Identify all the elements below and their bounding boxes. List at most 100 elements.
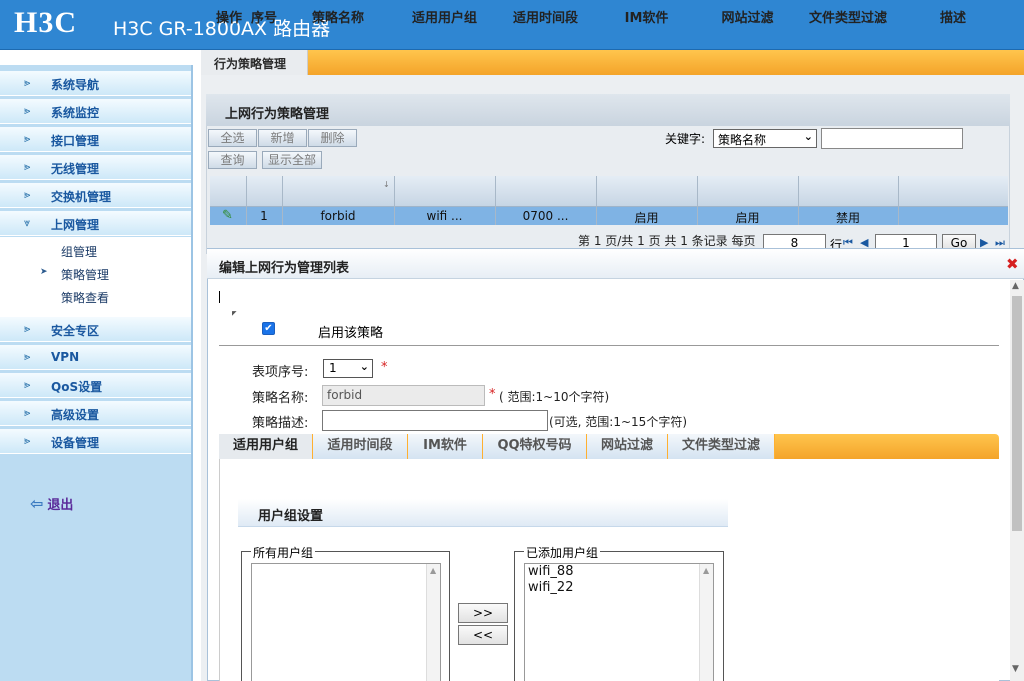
cell-seq: 1 [260, 209, 268, 223]
cell-time: 0700 ... [522, 209, 569, 223]
select-all-button[interactable]: 全选 [208, 129, 257, 147]
sidebar-item-qos[interactable]: ⪢ QoS设置 [0, 373, 191, 398]
sidebar-subitem-policy-view[interactable]: 策略查看 [0, 285, 191, 308]
delete-button[interactable]: 删除 [308, 129, 357, 147]
cell-web: 启用 [735, 211, 760, 225]
tab-im-software[interactable]: IM软件 [408, 434, 483, 459]
edit-pencil-icon[interactable]: ✎ [222, 208, 233, 223]
logout-label: 退出 [47, 498, 74, 513]
enable-policy-checkbox[interactable]: ✔ [262, 322, 275, 335]
column-header: 文件类型过滤 [808, 11, 887, 26]
sidebar-item-label: 交换机管理 [51, 190, 112, 204]
sidebar-subitem-policy[interactable]: ➤ 策略管理 [0, 262, 191, 285]
scroll-up-icon[interactable]: ▲ [430, 566, 436, 575]
required-mark: * [381, 360, 388, 375]
pager-text: 第 1 页/共 1 页 共 1 条记录 每页 [578, 234, 756, 248]
close-icon[interactable]: ✖ [1006, 255, 1019, 273]
policy-name-input[interactable]: forbid [322, 385, 485, 406]
index-label: 表项序号: [252, 365, 309, 380]
keyword-label: 关键字: [665, 132, 706, 146]
logout-icon: ⇦ [30, 494, 44, 513]
logout-link[interactable]: ⇦ 退出 [30, 494, 73, 513]
sidebar-item-label: QoS设置 [51, 380, 103, 394]
add-button[interactable]: 新增 [258, 129, 307, 147]
sidebar-item-wireless[interactable]: ⪢ 无线管理 [0, 155, 191, 180]
added-groups-legend: 已添加用户组 [524, 544, 601, 561]
column-divider [495, 176, 496, 225]
divider [219, 345, 999, 346]
sidebar-item-label: 系统监控 [51, 106, 100, 120]
policy-desc-input[interactable] [322, 410, 548, 431]
show-all-button[interactable]: 显示全部 [262, 151, 322, 169]
sidebar-item-switch[interactable]: ⪢ 交换机管理 [0, 183, 191, 208]
index-select-value: 1 [329, 361, 337, 375]
remove-group-button[interactable]: << [458, 625, 508, 645]
scroll-up-icon[interactable]: ▲ [1012, 281, 1019, 291]
desc-hint: (可选, 范围:1~15个字符) [549, 415, 687, 429]
add-group-button[interactable]: >> [458, 603, 508, 623]
tab-qq-privilege[interactable]: QQ特权号码 [483, 434, 587, 459]
tab-user-group[interactable]: 适用用户组 [219, 434, 313, 459]
all-groups-list[interactable]: ▲ [251, 563, 441, 681]
column-divider [898, 176, 899, 225]
column-header: 适用时间段 [512, 11, 578, 26]
index-select[interactable]: 1 ⌄ [323, 359, 373, 378]
name-label: 策略名称: [252, 391, 309, 406]
column-divider [798, 176, 799, 225]
column-divider [697, 176, 698, 225]
group-section-header: 用户组设置 [238, 499, 728, 527]
column-divider [394, 176, 395, 225]
sidebar-item-label: 接口管理 [51, 134, 100, 148]
sidebar-item-system-nav[interactable]: ⪢ 系统导航 [0, 71, 191, 96]
all-groups-legend: 所有用户组 [251, 544, 316, 561]
tab-time-period[interactable]: 适用时间段 [313, 434, 408, 459]
h3c-logo: H3C [14, 6, 77, 39]
text-cursor [219, 291, 220, 303]
tab-web-filter[interactable]: 网站过滤 [587, 434, 668, 459]
sidebar-item-interface[interactable]: ⪢ 接口管理 [0, 127, 191, 152]
list-scrollbar[interactable]: ▲ [699, 564, 713, 681]
cell-file: 禁用 [835, 211, 860, 225]
list-item[interactable]: wifi_22 [528, 580, 573, 595]
keyword-select[interactable]: 策略名称 ⌄ [713, 129, 817, 148]
panel-title-bar: 上网行为策略管理 [206, 94, 1010, 126]
scroll-down-icon[interactable]: ▼ [1012, 664, 1019, 674]
added-groups-list[interactable]: wifi_88 wifi_22 ▲ [524, 563, 714, 681]
sidebar-item-device[interactable]: ⪢ 设备管理 [0, 429, 191, 454]
name-hint: ( 范围:1~10个字符) [499, 390, 610, 404]
sidebar-item-label: 无线管理 [51, 162, 100, 176]
column-header: 描述 [939, 11, 966, 26]
sidebar-subitem-group[interactable]: 组管理 [0, 239, 191, 262]
dialog-title: 编辑上网行为管理列表 [219, 261, 350, 276]
sidebar-item-internet[interactable]: ⩔ 上网管理 [0, 211, 191, 236]
sidebar-item-vpn[interactable]: ⪢ VPN [0, 345, 191, 370]
sidebar-subitem-label: 组管理 [61, 245, 98, 259]
sidebar-item-advanced[interactable]: ⪢ 高级设置 [0, 401, 191, 426]
cell-name: forbid [320, 209, 356, 223]
cell-im: 启用 [634, 211, 659, 225]
sidebar-item-security[interactable]: ⪢ 安全专区 [0, 317, 191, 342]
column-header: 操作 [215, 11, 242, 26]
tab-behavior-policy[interactable]: 行为策略管理 [201, 50, 308, 75]
sidebar-top-spacer [0, 50, 200, 65]
required-mark: * [489, 387, 496, 402]
chevron-down-icon: ⌄ [803, 130, 813, 143]
query-button[interactable]: 查询 [208, 151, 257, 169]
tab-file-type-filter[interactable]: 文件类型过滤 [668, 434, 775, 459]
list-scrollbar[interactable]: ▲ [426, 564, 440, 681]
tab-label: 行为策略管理 [214, 57, 287, 71]
scrollbar-thumb[interactable] [1012, 296, 1022, 531]
page-tabbar [201, 50, 1024, 75]
arrow-right-icon: ⪢ [24, 434, 31, 447]
sidebar-item-label: 系统导航 [51, 78, 100, 92]
arrow-right-icon: ⪢ [24, 350, 31, 363]
sidebar-item-system-monitor[interactable]: ⪢ 系统监控 [0, 99, 191, 124]
scroll-up-icon[interactable]: ▲ [703, 566, 709, 575]
sort-icon[interactable]: ↓ [383, 180, 390, 189]
column-header: 适用用户组 [411, 11, 477, 26]
column-divider [246, 176, 247, 225]
keyword-input[interactable] [821, 128, 963, 149]
arrow-right-icon: ⪢ [24, 406, 31, 419]
column-divider [596, 176, 597, 225]
list-item[interactable]: wifi_88 [528, 564, 573, 579]
